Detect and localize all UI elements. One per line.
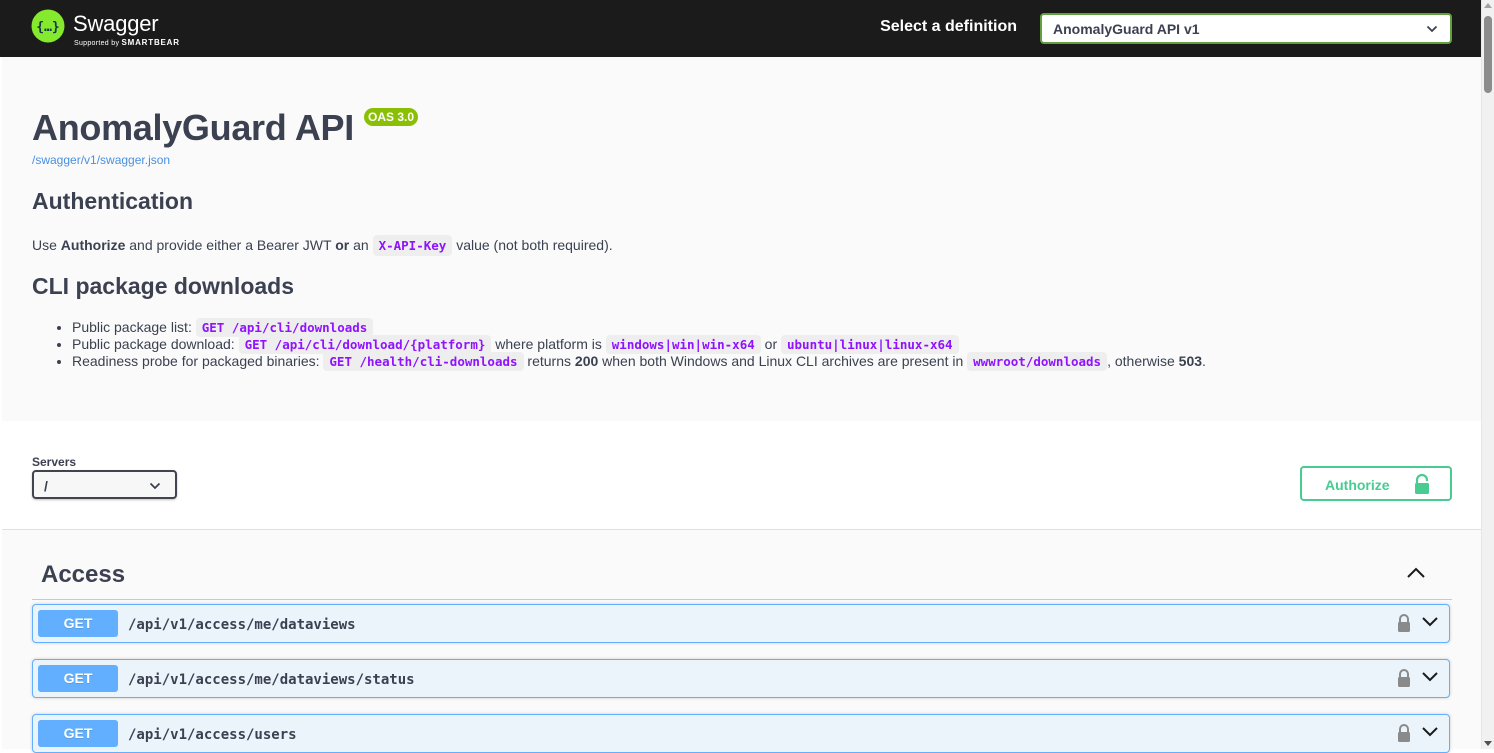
lock-icon xyxy=(1415,473,1429,494)
servers-label: Servers xyxy=(32,455,77,469)
definition-select[interactable]: AnomalyGuard API v1 xyxy=(1040,13,1452,44)
brand-supported-by: Supported by SMARTBEAR xyxy=(74,38,180,47)
svg-text:{…}: {…} xyxy=(36,20,59,35)
list-item: Public package download: GET /api/cli/do… xyxy=(72,335,1206,354)
topbar: {…} Swagger Supported by SMARTBEAR Selec… xyxy=(0,0,1481,57)
inline-code: ubuntu|linux|linux-x64 xyxy=(781,335,959,354)
chevron-down-icon xyxy=(149,482,161,490)
inline-code: GET /health/cli-downloads xyxy=(323,352,524,371)
definition-label: Select a definition xyxy=(880,18,1017,35)
operation-row[interactable]: GET /api/v1/access/me/dataviews/status xyxy=(32,659,1450,698)
spec-url-link[interactable]: /swagger/v1/swagger.json xyxy=(32,153,170,167)
chevron-down-icon xyxy=(1426,25,1438,33)
scroll-thumb[interactable] xyxy=(1484,16,1492,93)
scroll-up-arrow-icon[interactable] xyxy=(1484,3,1492,8)
authorize-button-label: Authorize xyxy=(1325,477,1390,493)
chevron-down-icon[interactable] xyxy=(1421,726,1439,738)
cli-list: Public package list: GET /api/cli/downlo… xyxy=(32,318,1206,371)
cli-heading: CLI package downloads xyxy=(32,273,294,299)
lock-icon[interactable] xyxy=(1396,723,1412,743)
inline-code: wwwroot/downloads xyxy=(967,352,1108,371)
chevron-down-icon[interactable] xyxy=(1421,671,1439,683)
inline-code: windows|win|win-x64 xyxy=(605,335,761,354)
http-method-badge: GET xyxy=(38,720,118,747)
lock-icon[interactable] xyxy=(1396,668,1412,688)
list-item: Readiness probe for packaged binaries: G… xyxy=(72,352,1206,371)
operation-row[interactable]: GET /api/v1/access/me/dataviews xyxy=(32,604,1450,643)
api-title: AnomalyGuard API xyxy=(32,107,354,148)
brand-name: Swagger xyxy=(73,11,159,36)
tag-divider xyxy=(32,599,1452,600)
operation-row[interactable]: GET /api/v1/access/users xyxy=(32,714,1450,753)
operation-path: /api/v1/access/users xyxy=(128,727,297,743)
list-item: Public package list: GET /api/cli/downlo… xyxy=(72,318,1206,337)
version-badge: OAS 3.0 xyxy=(364,108,419,126)
auth-heading: Authentication xyxy=(32,188,193,214)
operation-path: /api/v1/access/me/dataviews xyxy=(128,617,356,633)
servers-select-value: / xyxy=(44,478,48,494)
servers-select[interactable]: / xyxy=(32,470,177,499)
authorize-button[interactable]: Authorize xyxy=(1300,466,1452,501)
http-method-badge: GET xyxy=(38,665,118,692)
lock-icon[interactable] xyxy=(1396,613,1412,633)
chevron-down-icon[interactable] xyxy=(1421,616,1439,628)
http-method-badge: GET xyxy=(38,610,118,637)
inline-code: X-API-Key xyxy=(372,235,453,256)
scroll-down-arrow-icon[interactable] xyxy=(1484,741,1492,746)
page-scrollbar[interactable] xyxy=(1481,0,1494,749)
tag-title-access[interactable]: Access xyxy=(41,561,125,589)
auth-description: Use Authorize and provide either a Beare… xyxy=(32,233,613,258)
api-info-section: AnomalyGuard API OAS 3.0 /swagger/v1/swa… xyxy=(2,57,1481,421)
chevron-up-icon[interactable] xyxy=(1406,566,1426,580)
definition-select-value: AnomalyGuard API v1 xyxy=(1053,21,1200,37)
operation-path: /api/v1/access/me/dataviews/status xyxy=(128,672,415,688)
swagger-logo-icon[interactable]: {…} xyxy=(31,9,65,43)
